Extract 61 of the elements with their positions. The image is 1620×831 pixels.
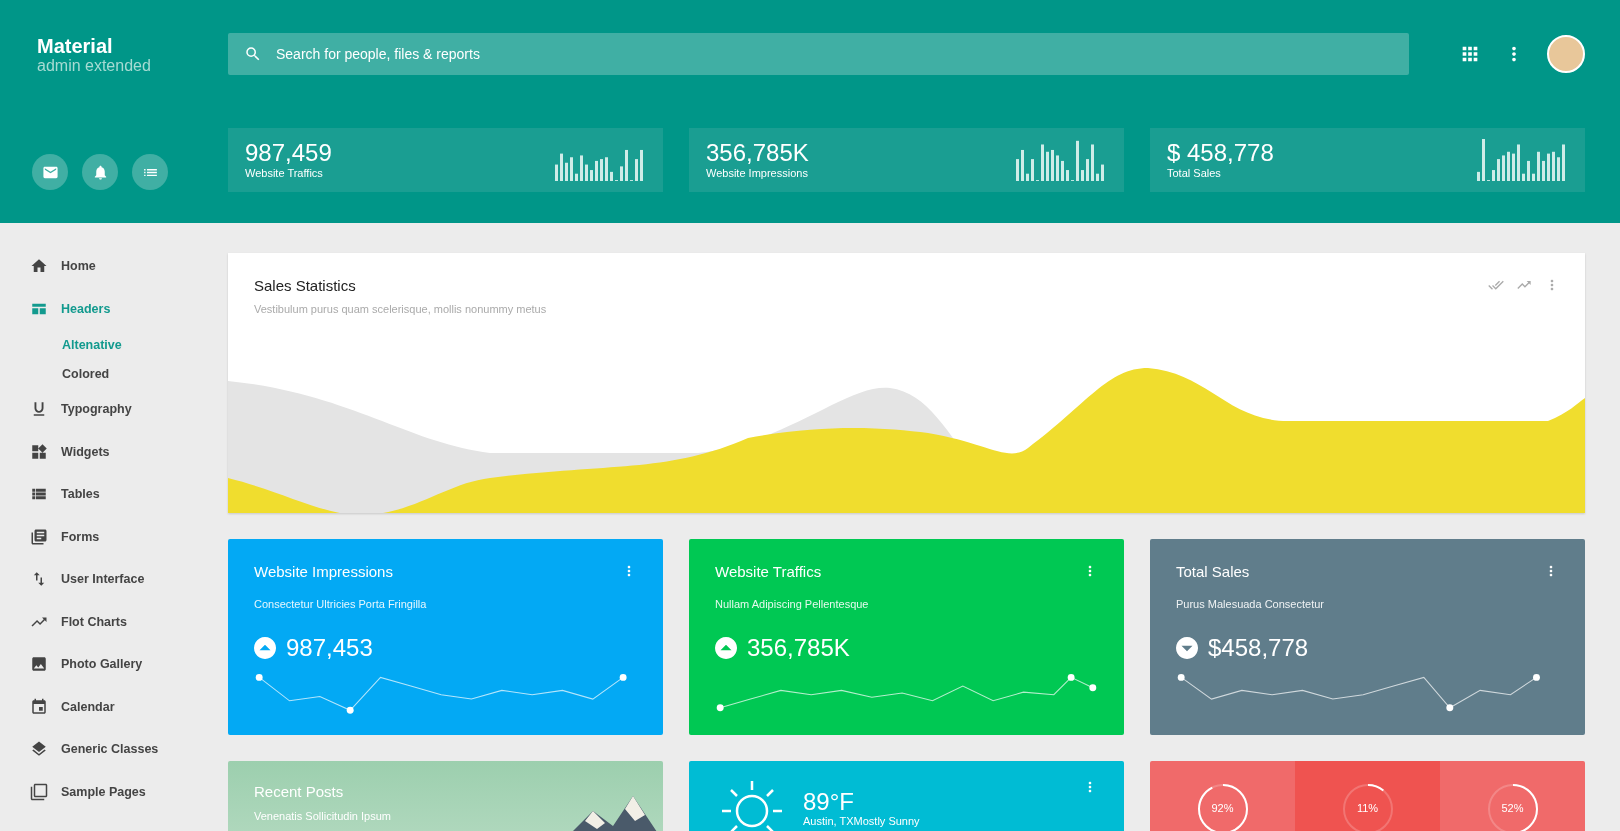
progress-ring: [1341, 783, 1394, 831]
avatar[interactable]: [1547, 35, 1585, 73]
card-subtitle: Purus Malesuada Consectetur: [1176, 598, 1324, 610]
sparkline-point: [619, 673, 627, 681]
calendar-icon: [30, 697, 48, 716]
nav-item[interactable]: Widgets: [0, 430, 228, 473]
temperature: 89°F: [803, 789, 855, 815]
nav-item[interactable]: Typography: [0, 388, 228, 431]
stat-label: Website Impressions: [706, 166, 809, 180]
logo-title: Material: [37, 35, 114, 57]
card-title: Total Sales: [1176, 563, 1251, 580]
search-icon: [244, 45, 262, 63]
card-title: Website Impressions: [254, 563, 394, 580]
nav-subitem[interactable]: Colored: [0, 359, 228, 388]
sparkline-point: [1446, 704, 1454, 712]
metric-value: 987,453: [286, 634, 373, 662]
notifications-button[interactable]: [82, 154, 118, 190]
card-subtitle: Venenatis Sollicitudin Ipsum: [254, 810, 392, 822]
progress-ring: [1486, 783, 1539, 831]
card-title: Recent Posts: [254, 783, 345, 800]
nav-item[interactable]: Generic Classes: [0, 728, 228, 771]
search-field[interactable]: Search for people, files & reports: [228, 33, 1409, 75]
progress-reading: 52%: [1500, 802, 1525, 814]
stat-value: $ 458,778: [1167, 140, 1274, 166]
sparkline-point: [1089, 684, 1097, 692]
card-title: Sales Statistics: [254, 277, 357, 294]
metric-value: 356,785K: [747, 634, 850, 662]
documents-icon: [30, 527, 48, 546]
sparkline-point: [1533, 673, 1540, 681]
sparkline-point: [1067, 673, 1075, 681]
nav-item[interactable]: Flot Charts: [0, 600, 228, 643]
stat-value: 987,459: [245, 140, 332, 166]
sparkline-point: [255, 673, 263, 681]
card-subtitle: Nullam Adipiscing Pellentesque: [715, 598, 869, 610]
progress-reading: 11%: [1355, 802, 1380, 814]
sparkline-point: [716, 704, 724, 712]
card-subtitle: Consectetur Ultricies Porta Fringilla: [254, 598, 427, 610]
stat-label: Website Traffics: [245, 166, 324, 180]
nav-item[interactable]: Home: [0, 245, 228, 288]
sparkline-point: [346, 706, 354, 714]
stat-label: Total Sales: [1167, 166, 1222, 180]
image-icon: [30, 655, 48, 674]
stat-value: 356,785K: [706, 140, 809, 166]
card-subtitle: Vestibulum purus quam scelerisque, mollis nonummy metus: [254, 303, 547, 315]
nav-item[interactable]: User Interface: [0, 558, 228, 601]
nav-item[interactable]: Forms: [0, 515, 228, 558]
nav-item[interactable]: Calendar: [0, 685, 228, 728]
nav-item[interactable]: Tables: [0, 473, 228, 516]
progress-reading: 92%: [1210, 802, 1235, 814]
sparkline-point: [1177, 673, 1185, 681]
metric-value: $458,778: [1208, 634, 1309, 662]
weather-location: Austin, TXMostly Sunny: [803, 815, 921, 827]
nav-item[interactable]: Sample Pages: [0, 770, 228, 813]
logo-subtitle: admin extended: [37, 57, 152, 75]
nav-item[interactable]: Photo Gallery: [0, 643, 228, 686]
list-button[interactable]: [132, 154, 168, 190]
mail-button[interactable]: [32, 154, 68, 190]
card-title: Website Traffics: [715, 563, 823, 580]
progress-ring: [1196, 783, 1249, 831]
pages-icon: [30, 782, 48, 801]
widgets-icon: [30, 442, 48, 461]
